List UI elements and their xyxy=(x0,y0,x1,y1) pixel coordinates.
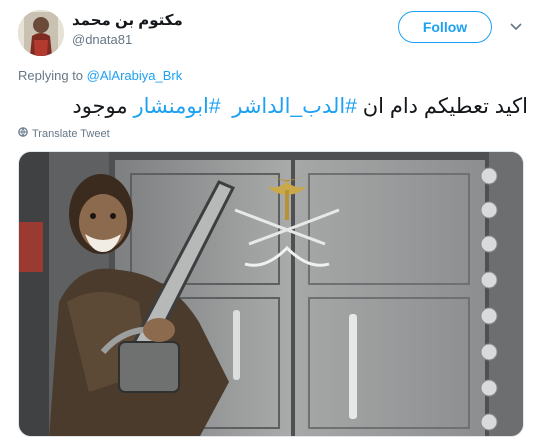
chevron-down-icon[interactable] xyxy=(507,18,525,36)
hashtag-link-2[interactable]: #ابومنشار xyxy=(133,95,220,118)
replying-prefix: Replying to xyxy=(18,68,87,83)
replying-to: Replying to @AlArabiya_Brk xyxy=(18,68,182,83)
globe-icon xyxy=(18,127,28,140)
tweet-text: اكيد تعطيكم دام ان #الدب_الداشر #ابومنشا… xyxy=(72,94,528,119)
avatar[interactable] xyxy=(18,10,64,56)
mention-link[interactable]: @AlArabiya_Brk xyxy=(87,68,183,83)
tweet-text-end: موجود xyxy=(72,95,134,118)
hashtag-link-1[interactable]: #الدب_الداشر xyxy=(232,95,357,118)
translate-tweet[interactable]: Translate Tweet xyxy=(18,127,110,140)
user-handle[interactable]: @dnata81 xyxy=(72,32,132,47)
display-name[interactable]: مكتوم بن محمد xyxy=(72,11,183,29)
tweet-image[interactable] xyxy=(18,151,524,437)
translate-label: Translate Tweet xyxy=(32,127,110,140)
tweet-text-start: اكيد تعطيكم دام ان xyxy=(356,95,528,118)
follow-button[interactable]: Follow xyxy=(398,11,492,43)
